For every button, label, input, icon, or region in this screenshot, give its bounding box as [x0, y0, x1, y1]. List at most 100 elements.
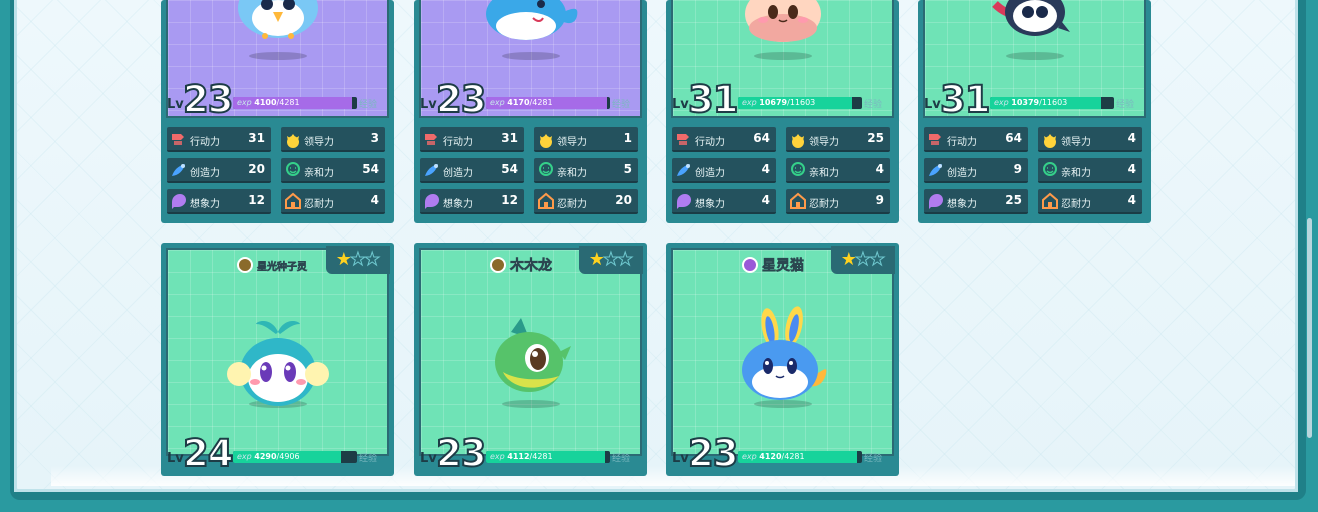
- stat-grid: 行动力 31 领导力 1 创造力 54 亲和力 5 想象力 12 忍耐力 20: [420, 127, 642, 217]
- level-value: 23: [182, 78, 234, 121]
- stat-item: 忍耐力 20: [534, 189, 638, 214]
- level-prefix: Lv: [924, 97, 941, 112]
- stat-name: 亲和力: [809, 168, 839, 179]
- stat-value: 31: [501, 131, 518, 145]
- pet-name-bar: 星光种子灵: [237, 255, 307, 275]
- stat-name: 想象力: [443, 199, 473, 210]
- pet-sprite: [471, 0, 591, 52]
- level-value: 23: [687, 432, 739, 475]
- element-icon: [237, 257, 253, 273]
- stat-name: 亲和力: [1061, 168, 1091, 179]
- action-icon: [423, 130, 441, 148]
- level-bar: Lv 23 exp 4120/4281 经验: [666, 434, 899, 473]
- level-prefix: Lv: [420, 451, 437, 466]
- pet-portrait: [419, 248, 642, 456]
- stat-item: 想象力 12: [167, 189, 271, 214]
- star-rating: ★ ★ ★: [579, 246, 643, 274]
- pet-card[interactable]: 星光种子灵 ★ ★ ★ Lv 24 exp 4290/4906 经验: [161, 243, 394, 476]
- stat-value: 9: [875, 193, 884, 207]
- exp-max: /4281: [781, 452, 805, 461]
- stat-value: 4: [1127, 193, 1136, 207]
- imagination-icon: [675, 192, 693, 210]
- pet-card[interactable]: Lv 31 exp 10379/11603 经验 行动力 64 领导力 4 创造…: [918, 0, 1151, 223]
- stat-name: 亲和力: [557, 168, 587, 179]
- creativity-icon: [170, 161, 188, 179]
- level-bar: Lv 23 exp 4112/4281 经验: [414, 434, 647, 473]
- stat-name: 创造力: [190, 168, 220, 179]
- star-icon: ★: [617, 249, 634, 270]
- level-prefix: Lv: [167, 97, 184, 112]
- stat-value: 64: [753, 131, 770, 145]
- element-icon: [490, 257, 506, 273]
- pet-name-bar: 木木龙: [490, 255, 552, 275]
- exp-bar: exp 4100/4281: [233, 97, 357, 109]
- level-bar: Lv 23 exp 4170/4281 经验: [414, 80, 647, 119]
- stat-value: 64: [1005, 131, 1022, 145]
- stat-value: 5: [623, 162, 632, 176]
- stat-item: 亲和力 4: [786, 158, 890, 183]
- exp-max: /4906: [276, 452, 300, 461]
- exp-current: 4120: [759, 452, 782, 461]
- stat-name: 想象力: [947, 199, 977, 210]
- creativity-icon: [423, 161, 441, 179]
- stat-item: 亲和力 5: [534, 158, 638, 183]
- action-icon: [675, 130, 693, 148]
- stat-name: 领导力: [809, 137, 839, 148]
- pet-card[interactable]: 木木龙 ★ ★ ★ Lv 23 exp 4112/4281 经验: [414, 243, 647, 476]
- pet-sprite: [728, 302, 838, 416]
- stat-name: 行动力: [443, 137, 473, 148]
- scrollbar[interactable]: [1307, 218, 1312, 438]
- exp-label: exp: [490, 452, 505, 461]
- stat-name: 忍耐力: [809, 199, 839, 210]
- stat-value: 25: [1005, 193, 1022, 207]
- exp-hint-label: 经验: [612, 100, 631, 110]
- stat-value: 54: [362, 162, 379, 176]
- stat-value: 1: [623, 131, 632, 145]
- endurance-icon: [1041, 192, 1059, 210]
- exp-label: exp: [237, 98, 252, 107]
- stat-value: 4: [1127, 162, 1136, 176]
- exp-max: /4281: [529, 98, 553, 107]
- affinity-icon: [1041, 161, 1059, 179]
- imagination-icon: [423, 192, 441, 210]
- stat-value: 4: [875, 162, 884, 176]
- pet-card[interactable]: Lv 23 exp 4170/4281 经验 行动力 31 领导力 1 创造力 …: [414, 0, 647, 223]
- exp-label: exp: [742, 452, 757, 461]
- stat-item: 领导力 3: [281, 127, 385, 152]
- star-icon: ★: [364, 249, 381, 270]
- exp-bar: exp 4112/4281: [486, 451, 610, 463]
- exp-bar: exp 10379/11603: [990, 97, 1114, 109]
- pet-portrait: [671, 248, 894, 456]
- stat-item: 行动力 31: [420, 127, 524, 152]
- stat-item: 领导力 25: [786, 127, 890, 152]
- imagination-icon: [927, 192, 945, 210]
- exp-hint-label: 经验: [864, 454, 883, 464]
- pet-card[interactable]: Lv 31 exp 10679/11603 经验 行动力 64 领导力 25 创…: [666, 0, 899, 223]
- exp-current: 4100: [254, 98, 277, 107]
- stat-name: 行动力: [190, 137, 220, 148]
- stat-name: 领导力: [557, 137, 587, 148]
- pet-card[interactable]: 星灵猫 ★ ★ ★ Lv 23 exp 4120/4281 经验: [666, 243, 899, 476]
- exp-max: /11603: [1039, 98, 1068, 107]
- exp-label: exp: [237, 452, 252, 461]
- stat-name: 创造力: [443, 168, 473, 179]
- leadership-icon: [789, 130, 807, 148]
- exp-hint-label: 经验: [612, 454, 631, 464]
- element-icon: [742, 257, 758, 273]
- exp-hint-label: 经验: [359, 454, 378, 464]
- pet-name-bar: 星灵猫: [742, 255, 804, 275]
- stat-value: 4: [370, 193, 379, 207]
- pet-card[interactable]: Lv 23 exp 4100/4281 经验 行动力 31 领导力 3 创造力 …: [161, 0, 394, 223]
- stat-name: 想象力: [695, 199, 725, 210]
- stat-grid: 行动力 64 领导力 25 创造力 4 亲和力 4 想象力 4 忍耐力 9: [672, 127, 894, 217]
- affinity-icon: [284, 161, 302, 179]
- exp-current: 10379: [1011, 98, 1040, 107]
- level-prefix: Lv: [672, 451, 689, 466]
- exp-max: /4281: [276, 98, 300, 107]
- stat-value: 20: [248, 162, 265, 176]
- pet-sprite: [733, 0, 833, 52]
- stat-value: 4: [761, 193, 770, 207]
- stat-item: 领导力 4: [1038, 127, 1142, 152]
- stat-value: 9: [1013, 162, 1022, 176]
- stat-name: 领导力: [1061, 137, 1091, 148]
